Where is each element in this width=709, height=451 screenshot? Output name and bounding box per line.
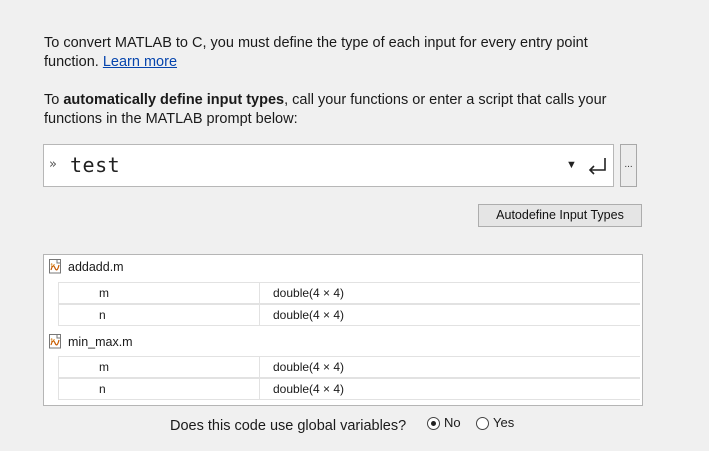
radio-unselected-icon[interactable] [476,417,489,430]
column-divider [259,379,260,399]
table-row[interactable]: m double(4 × 4) [58,282,640,304]
matlab-command-input[interactable]: » test ▼ [43,144,614,187]
auto-define-instructions: To automatically define input types, cal… [44,91,664,129]
radio-label: No [444,415,461,430]
column-divider [259,357,260,377]
auto-define-bold: automatically define input types [63,92,285,108]
input-type[interactable]: double(4 × 4) [273,283,344,304]
input-types-table: fx addadd.m m double(4 × 4) n double(4 ×… [43,254,643,406]
file-name: addadd.m [68,260,124,274]
prompt-icon: » [49,157,57,172]
svg-text:fx: fx [51,263,56,269]
column-divider [259,283,260,303]
input-name: n [99,382,106,396]
file-row-addadd[interactable]: fx addadd.m [48,256,638,278]
file-row-min-max[interactable]: fx min_max.m [48,331,638,353]
input-name: n [99,308,106,322]
file-name: min_max.m [68,335,133,349]
dropdown-arrow-icon[interactable]: ▼ [566,159,577,171]
svg-text:fx: fx [51,338,56,344]
table-row[interactable]: m double(4 × 4) [58,356,640,378]
more-options-button[interactable]: ... [620,144,637,187]
table-row[interactable]: n double(4 × 4) [58,304,640,326]
input-type[interactable]: double(4 × 4) [273,379,344,400]
global-variables-question: Does this code use global variables? [170,418,407,434]
input-type[interactable]: double(4 × 4) [273,357,344,378]
table-row[interactable]: n double(4 × 4) [58,378,640,400]
input-name: m [99,360,109,374]
input-type[interactable]: double(4 × 4) [273,305,344,326]
autodefine-input-types-button[interactable]: Autodefine Input Types [478,204,642,227]
auto-define-prefix: To [44,92,64,108]
column-divider [259,305,260,325]
enter-icon[interactable] [585,155,609,177]
radio-selected-icon[interactable] [427,417,440,430]
matlab-file-icon: fx [49,259,61,274]
command-text[interactable]: test [70,153,120,177]
radio-label: Yes [493,415,515,430]
matlab-file-icon: fx [49,334,61,349]
intro-text: To convert MATLAB to C, you must define … [44,34,644,72]
input-name: m [99,286,109,300]
learn-more-link[interactable]: Learn more [103,54,177,70]
